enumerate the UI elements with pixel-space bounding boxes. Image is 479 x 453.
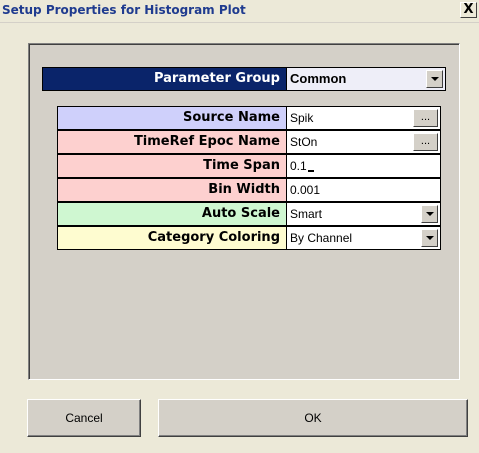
property-value: 0.1: [290, 159, 307, 173]
category-coloring-select[interactable]: By Channel: [286, 226, 441, 250]
parameter-group-label: Parameter Group: [42, 67, 286, 91]
window-title: Setup Properties for Histogram Plot: [2, 3, 246, 17]
property-label: Source Name: [57, 106, 286, 130]
property-row-source-name: Source Name Spik ...: [57, 106, 441, 130]
chevron-down-icon[interactable]: [421, 205, 438, 223]
parameter-group-value: Common: [290, 71, 347, 86]
property-label: Time Span: [57, 154, 286, 178]
property-value: Smart: [290, 207, 323, 221]
property-value: StOn: [290, 135, 318, 149]
parameter-group-row: Parameter Group Common: [42, 67, 446, 91]
chevron-down-icon[interactable]: [421, 229, 438, 247]
property-row-category-coloring: Category Coloring By Channel: [57, 226, 441, 250]
text-caret: [307, 170, 314, 172]
time-span-input[interactable]: 0.1: [286, 154, 441, 178]
timeref-epoc-name-field[interactable]: StOn ...: [286, 130, 441, 154]
property-label: TimeRef Epoc Name: [57, 130, 286, 154]
properties-panel: Parameter Group Common Source Name Spik …: [28, 43, 460, 380]
property-value: 0.001: [290, 183, 321, 197]
bin-width-input[interactable]: 0.001: [286, 178, 441, 202]
browse-button[interactable]: ...: [413, 133, 438, 151]
property-row-bin-width: Bin Width 0.001: [57, 178, 441, 202]
source-name-field[interactable]: Spik ...: [286, 106, 441, 130]
parameter-group-select[interactable]: Common: [286, 67, 446, 91]
property-label: Auto Scale: [57, 202, 286, 226]
close-icon: X: [463, 2, 474, 17]
property-row-time-span: Time Span 0.1: [57, 154, 441, 178]
property-row-timeref-epoc-name: TimeRef Epoc Name StOn ...: [57, 130, 441, 154]
property-value: Spik: [290, 111, 314, 125]
property-label: Bin Width: [57, 178, 286, 202]
chevron-down-icon[interactable]: [426, 70, 443, 88]
title-bar: Setup Properties for Histogram Plot X: [0, 0, 479, 23]
browse-button[interactable]: ...: [413, 109, 438, 127]
property-row-auto-scale: Auto Scale Smart: [57, 202, 441, 226]
ok-button[interactable]: OK: [158, 399, 468, 437]
auto-scale-select[interactable]: Smart: [286, 202, 441, 226]
cancel-button[interactable]: Cancel: [27, 399, 141, 437]
property-label: Category Coloring: [57, 226, 286, 250]
property-value: By Channel: [290, 231, 353, 245]
close-button[interactable]: X: [460, 2, 477, 18]
